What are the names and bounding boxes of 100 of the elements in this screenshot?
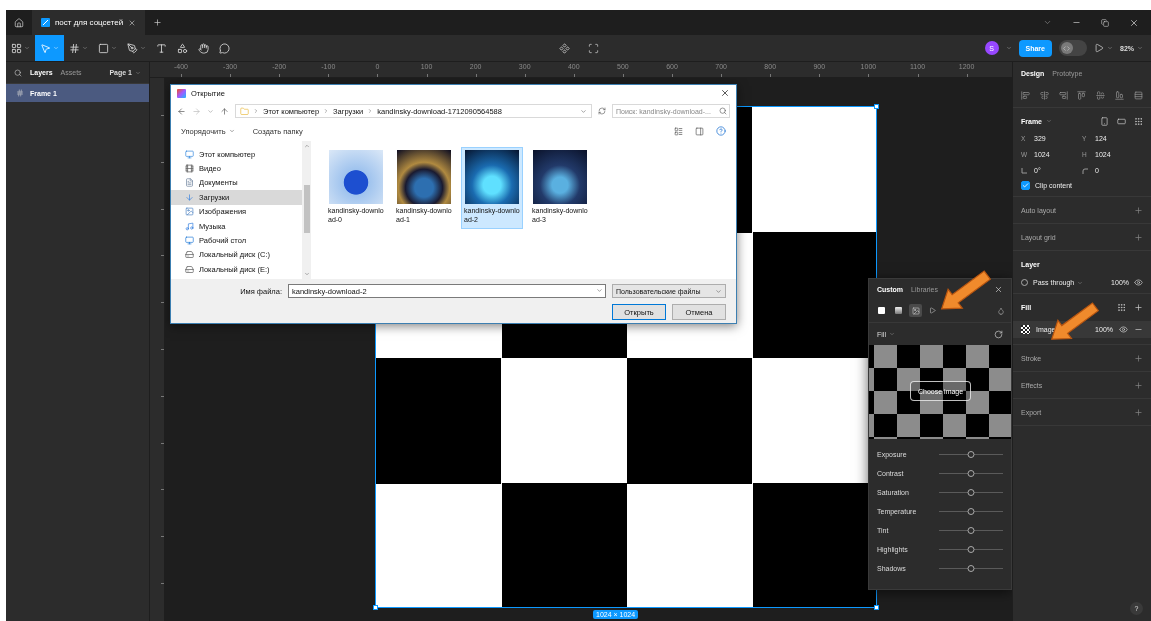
music-icon: [185, 221, 194, 231]
caret-icon: [1137, 45, 1143, 51]
pen-tool-icon: [127, 42, 138, 54]
frame-tool-icon: [69, 42, 80, 54]
caret-icon: [1046, 118, 1052, 124]
styles-icon[interactable]: [1117, 302, 1126, 312]
home-icon[interactable]: [14, 17, 24, 28]
folder-icon: [240, 106, 249, 116]
caret-icon: [140, 45, 146, 51]
close-icon: [994, 284, 1003, 294]
view-icon[interactable]: [674, 126, 683, 136]
align-center-icon[interactable]: [1039, 91, 1049, 100]
check-icon: [1022, 182, 1029, 189]
slider-thumb[interactable]: [967, 546, 975, 553]
blend-icon: [1021, 279, 1028, 286]
present-button[interactable]: [1094, 43, 1113, 53]
scrollbar[interactable]: [302, 141, 311, 279]
add-icon[interactable]: [1134, 302, 1143, 312]
caret-icon: [596, 287, 603, 294]
drive-icon: [185, 250, 194, 260]
close-button[interactable]: [994, 284, 1003, 294]
play-icon: [1094, 43, 1104, 53]
resize-icon[interactable]: [1134, 116, 1143, 126]
caret-icon: [888, 331, 895, 337]
resize-handle[interactable]: [874, 104, 879, 109]
close-icon[interactable]: [1129, 17, 1139, 28]
shape-tool-icon: [98, 42, 109, 54]
slider-thumb[interactable]: [967, 489, 975, 496]
align-left-icon[interactable]: [1021, 91, 1030, 100]
caret-icon: [715, 287, 722, 295]
chevron-icon[interactable]: [1043, 18, 1052, 27]
image-thumbnail: [533, 150, 587, 204]
download-icon: [185, 192, 194, 202]
add-icon[interactable]: [1134, 380, 1143, 390]
frame-icon: [16, 89, 24, 97]
resources-tool-icon: [177, 42, 188, 54]
caret-icon: [1005, 45, 1012, 51]
new-tab-icon[interactable]: [153, 18, 163, 27]
drive-icon: [185, 264, 194, 274]
align-top-icon[interactable]: [1077, 91, 1087, 100]
film-icon: [185, 164, 194, 174]
distribute-icon[interactable]: [1133, 91, 1143, 100]
fill-type-button[interactable]: [875, 304, 888, 317]
component-icon[interactable]: [558, 42, 570, 54]
search-icon: [719, 107, 727, 115]
file-tab[interactable]: пост для соцсетей: [32, 10, 146, 35]
add-icon[interactable]: [1134, 353, 1143, 363]
fill-type-button[interactable]: [892, 304, 905, 317]
up-icon[interactable]: [220, 106, 229, 116]
search-icon[interactable]: [14, 68, 22, 77]
slider-thumb[interactable]: [967, 508, 975, 515]
align-bottom-icon[interactable]: [1115, 91, 1125, 100]
add-icon[interactable]: [1134, 232, 1143, 242]
eye-icon[interactable]: [1119, 325, 1128, 334]
close-button[interactable]: [720, 88, 730, 98]
play-icon: [929, 307, 936, 314]
slider-thumb[interactable]: [967, 527, 975, 534]
restore-icon[interactable]: [1101, 18, 1109, 27]
close-icon: [720, 88, 730, 98]
resize-handle[interactable]: [373, 605, 378, 610]
align-middle-icon[interactable]: [1096, 91, 1106, 100]
rotate-icon[interactable]: [994, 329, 1003, 339]
back-icon[interactable]: [177, 106, 186, 116]
swatch-icon: [878, 307, 885, 314]
caret-icon: [111, 45, 117, 51]
caret-icon: [53, 45, 59, 51]
close-icon[interactable]: [128, 18, 137, 27]
portrait-icon[interactable]: [1100, 116, 1109, 126]
picture-icon: [185, 207, 194, 217]
align-right-icon[interactable]: [1058, 91, 1068, 100]
add-icon[interactable]: [1134, 205, 1143, 215]
checkbox[interactable]: [1021, 181, 1030, 190]
caret-icon: [135, 69, 141, 76]
scroll-down-icon: [303, 271, 310, 277]
monitor-icon: [185, 149, 194, 159]
help-icon[interactable]: [716, 126, 726, 136]
landscape-icon[interactable]: [1117, 116, 1126, 126]
slider-thumb[interactable]: [967, 470, 975, 477]
image-thumbnail: [397, 150, 451, 204]
caret-icon: [228, 128, 235, 134]
chevron-icon: [253, 108, 259, 114]
preview-pane-icon[interactable]: [695, 126, 704, 136]
swatch-icon: [895, 307, 902, 314]
frame-select-icon[interactable]: [587, 42, 599, 54]
resize-handle[interactable]: [874, 605, 879, 610]
refresh-icon[interactable]: [598, 107, 606, 115]
dev-mode-toggle[interactable]: [1059, 40, 1087, 56]
slider-thumb[interactable]: [967, 565, 975, 572]
image-thumbnail: [329, 150, 383, 204]
hand-tool-icon: [198, 42, 209, 54]
rotation-icon: [1021, 167, 1027, 174]
comment-tool-icon: [219, 42, 230, 54]
eye-icon[interactable]: [1134, 278, 1143, 287]
caret-icon: [24, 45, 30, 51]
image-fill-icon[interactable]: [1021, 325, 1030, 334]
add-icon[interactable]: [1134, 407, 1143, 417]
chevron-icon: [323, 108, 330, 114]
desktop-icon: [185, 236, 194, 246]
slider-thumb[interactable]: [967, 451, 975, 458]
app-icon: [177, 88, 186, 98]
